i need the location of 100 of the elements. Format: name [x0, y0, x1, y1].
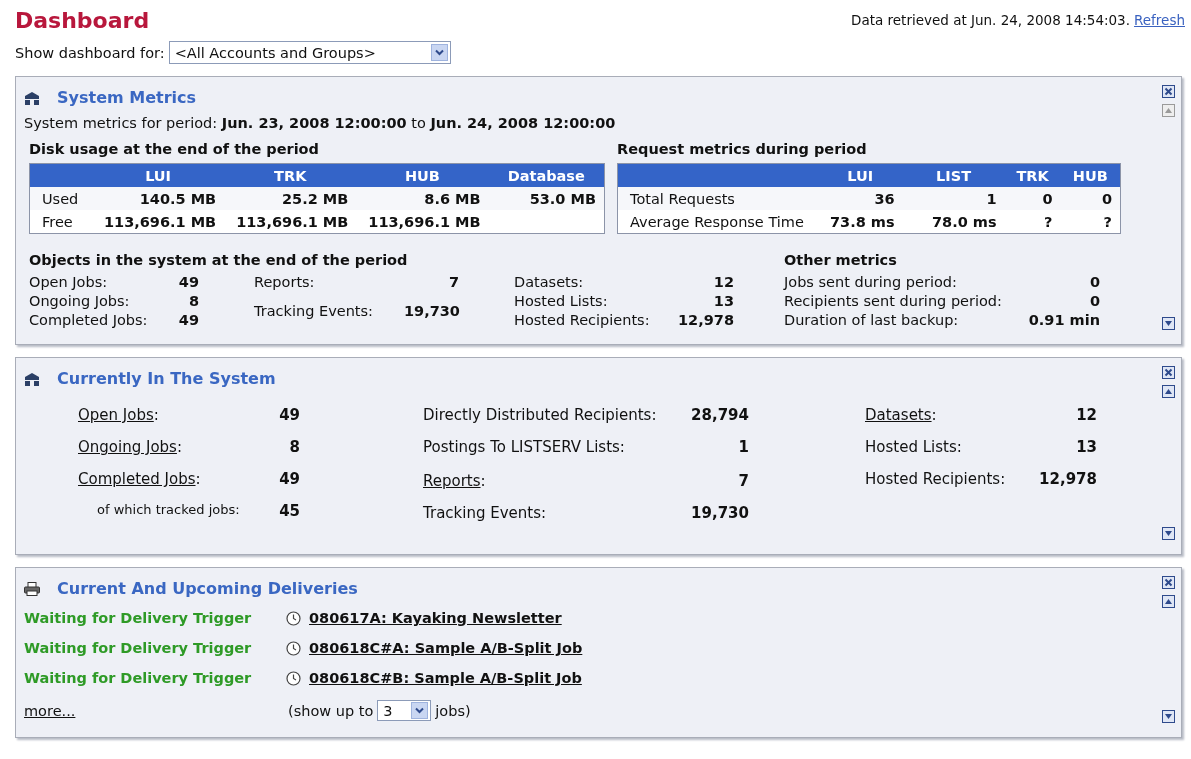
metric-label: Ongoing Jobs: [29, 293, 131, 309]
summary-value: 8 [288, 438, 300, 456]
table-cell: 140.5 MB [92, 187, 225, 210]
move-up-icon[interactable] [1161, 595, 1175, 608]
column-header: HUB [1060, 163, 1121, 187]
colon-text: : [176, 438, 182, 456]
metric-value: 0 [1088, 293, 1100, 309]
panel-title[interactable]: Currently In The System [57, 369, 276, 388]
summary-value: 28,794 [690, 406, 749, 424]
summary-value: 12 [1075, 406, 1097, 424]
column-header: LUI [818, 163, 903, 187]
summary-label: Hosted Lists: [865, 438, 963, 456]
section-heading: Objects in the system at the end of the period [29, 252, 409, 268]
summary-link[interactable]: Ongoing Jobs [78, 438, 177, 456]
caret-icon [430, 44, 448, 61]
table-cell: 53.0 MB [488, 187, 605, 210]
metric-value: 0 [1088, 274, 1100, 290]
metric-label: Datasets: [514, 274, 585, 290]
summary-value: 1 [737, 438, 749, 456]
metric-label: Reports: [254, 274, 316, 292]
account-select[interactable]: <All Accounts and Groups> [168, 41, 451, 64]
panel-title[interactable]: System Metrics [57, 88, 197, 107]
filter-label: Show dashboard for: [15, 44, 165, 61]
show-up-to-text: (show up to [288, 702, 374, 719]
summary-value: 12,978 [1038, 470, 1097, 488]
job-link[interactable]: 080617A: Kayaking Newsletter [309, 610, 562, 626]
clock-icon [286, 640, 301, 656]
summary-value: 49 [278, 406, 300, 424]
summary-link[interactable]: Reports [423, 472, 481, 490]
summary-label: Hosted Recipients: [865, 470, 1007, 488]
summary-label: of which tracked jobs: [96, 502, 241, 519]
metric-label: Jobs sent during period: [784, 274, 958, 290]
summary-label: Tracking Events: [423, 504, 548, 522]
summary-link[interactable]: Open Jobs [78, 406, 154, 424]
move-down-icon[interactable] [1161, 317, 1175, 330]
move-down-icon[interactable] [1161, 527, 1175, 540]
metric-label: Open Jobs: [29, 274, 109, 290]
printer-icon [24, 581, 40, 596]
table-cell: ? [1060, 210, 1121, 234]
column-header: TRK [1004, 163, 1061, 187]
table-cell: 113,696.1 MB [224, 210, 357, 234]
table-cell: 113,696.1 MB [356, 210, 489, 234]
summary-value: 49 [278, 470, 300, 488]
colon-text: : [153, 406, 159, 424]
move-up-icon[interactable] [1161, 385, 1175, 398]
row-label: Used [29, 187, 92, 210]
summary-link[interactable]: Datasets [865, 406, 932, 424]
close-icon[interactable] [1161, 85, 1175, 98]
colon-text: : [931, 406, 937, 424]
table-cell: 25.2 MB [224, 187, 357, 210]
row-label: Free [29, 210, 92, 234]
metric-label: Hosted Lists: [514, 293, 609, 309]
metric-value: 12 [712, 274, 734, 290]
metric-value: 12,978 [677, 312, 734, 328]
building-icon [24, 371, 40, 386]
metric-value: 49 [177, 312, 199, 328]
table-cell: 113,696.1 MB [92, 210, 225, 234]
metric-value: 7 [447, 274, 459, 292]
summary-value: 45 [278, 502, 300, 520]
more-link[interactable]: more... [24, 702, 288, 719]
close-icon[interactable] [1161, 576, 1175, 589]
job-link[interactable]: 080618C#B: Sample A/B-Split Job [309, 670, 582, 686]
row-label: Total Requests [617, 187, 818, 210]
summary-value: 13 [1075, 438, 1097, 456]
refresh-link[interactable]: Refresh [1134, 12, 1185, 28]
metric-value: 13 [712, 293, 734, 309]
move-down-icon[interactable] [1161, 710, 1175, 723]
table-cell: ? [1004, 210, 1061, 234]
metric-value: 0.91 min [1027, 312, 1100, 328]
close-icon[interactable] [1161, 366, 1175, 379]
column-header: HUB [356, 163, 489, 187]
caret-icon [411, 702, 429, 719]
section-heading: Disk usage at the end of the period [29, 141, 320, 157]
metric-value: 19,730 [404, 302, 459, 321]
job-count-select[interactable]: 3 [377, 700, 432, 721]
metric-label: Recipients sent during period: [784, 293, 1003, 309]
section-heading: Request metrics during period [617, 141, 868, 157]
column-header: LIST [902, 163, 1005, 187]
summary-value: 7 [737, 472, 749, 490]
metric-label: Duration of last backup: [784, 312, 960, 328]
table-cell: 0 [1060, 187, 1121, 210]
table-cell: 78.0 ms [902, 210, 1005, 234]
period-text: System metrics for period: Jun. 23, 2008 12:00:00 to Jun. 24, 2008 12:00:00 [24, 115, 617, 131]
summary-link[interactable]: Completed Jobs [78, 470, 196, 488]
summary-label: Directly Distributed Recipients: [423, 406, 658, 424]
job-link[interactable]: 080618C#A: Sample A/B-Split Job [309, 640, 583, 656]
metric-value: 49 [177, 274, 199, 290]
column-header: TRK [224, 163, 357, 187]
page-title: Dashboard [15, 8, 150, 33]
panel-title[interactable]: Current And Upcoming Deliveries [57, 579, 358, 598]
column-header: LUI [92, 163, 225, 187]
delivery-status: Waiting for Delivery Trigger [24, 670, 253, 686]
summary-value: 19,730 [690, 504, 749, 522]
metric-label: Completed Jobs: [29, 312, 149, 328]
clock-icon [286, 670, 301, 686]
colon-text: : [195, 470, 201, 488]
section-heading: Other metrics [784, 252, 898, 268]
jobs-text: jobs) [435, 702, 471, 719]
delivery-status: Waiting for Delivery Trigger [24, 640, 253, 656]
table-cell: 0 [1004, 187, 1061, 210]
